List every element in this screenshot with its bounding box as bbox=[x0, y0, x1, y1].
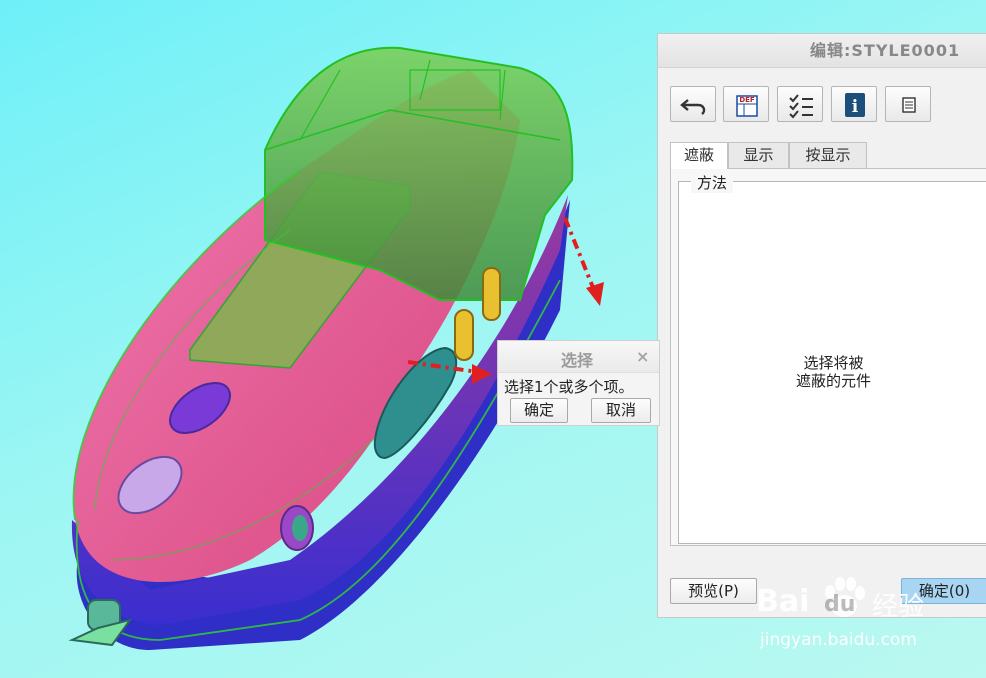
close-icon[interactable]: × bbox=[636, 347, 649, 366]
message-line-2: 遮蔽的元件 bbox=[795, 372, 871, 390]
def-layer-button[interactable]: DEF bbox=[723, 86, 769, 122]
preview-button[interactable]: 预览(P) bbox=[670, 578, 757, 604]
svg-text:DEF: DEF bbox=[739, 96, 755, 104]
undo-button[interactable] bbox=[670, 86, 716, 122]
watermark-url: jingyan.baidu.com bbox=[760, 630, 917, 650]
def-layer-icon: DEF bbox=[736, 95, 758, 117]
checklist-icon bbox=[789, 94, 813, 119]
note-icon bbox=[902, 97, 916, 113]
tab-hide[interactable]: 遮蔽 bbox=[670, 142, 728, 169]
select-cancel-button[interactable]: 取消 bbox=[591, 398, 651, 423]
select-prompt: 选择1个或多个项。 bbox=[504, 378, 634, 396]
selection-message: 选择将被 遮蔽的元件 bbox=[679, 354, 986, 390]
select-popup-titlebar: 选择 × bbox=[498, 341, 659, 373]
tab-content: 方法 选择将被 遮蔽的元件 bbox=[670, 168, 986, 546]
watermark-brand-right: du bbox=[824, 592, 856, 617]
watermark-suffix: 经验 bbox=[872, 592, 925, 622]
message-line-1: 选择将被 bbox=[803, 354, 864, 372]
dialog-title: 编辑:STYLE0001 bbox=[658, 34, 986, 68]
yellow-switch-2 bbox=[482, 267, 501, 321]
undo-icon bbox=[680, 99, 706, 115]
baidu-watermark: Bai du 经验 jingyan.baidu.com bbox=[752, 570, 962, 660]
tab-show[interactable]: 显示 bbox=[728, 142, 789, 168]
edit-dialog: 编辑:STYLE0001 DEF i 遮蔽 显示 按显示 方法 选择将被 遮蔽的… bbox=[657, 33, 986, 618]
info-button[interactable]: i bbox=[831, 86, 877, 122]
info-icon: i bbox=[845, 93, 865, 117]
watermark-brand-left: Bai bbox=[756, 584, 810, 619]
svg-text:i: i bbox=[852, 97, 859, 117]
select-popup: 选择 × 选择1个或多个项。 确定 取消 bbox=[497, 340, 660, 426]
select-popup-title: 选择 bbox=[561, 351, 594, 370]
method-group: 方法 选择将被 遮蔽的元件 bbox=[678, 172, 986, 544]
method-label: 方法 bbox=[691, 172, 734, 193]
select-ok-button[interactable]: 确定 bbox=[510, 398, 568, 423]
checklist-button[interactable] bbox=[777, 86, 823, 122]
yellow-switch-1 bbox=[454, 309, 474, 361]
tab-by-display[interactable]: 按显示 bbox=[789, 142, 867, 168]
note-button[interactable] bbox=[885, 86, 931, 122]
